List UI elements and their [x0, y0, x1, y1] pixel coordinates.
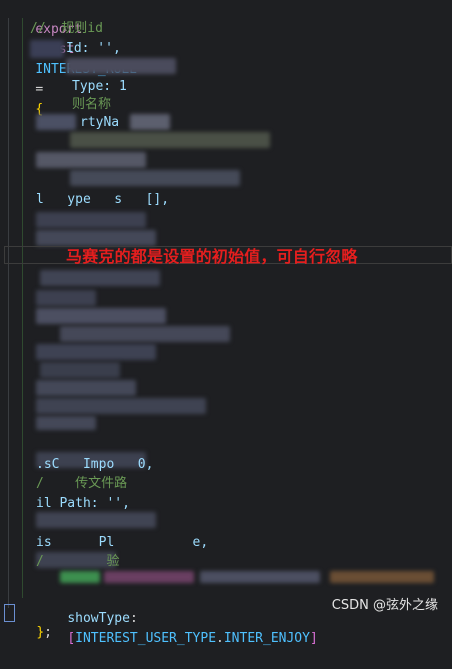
code-line: Type: 1 [72, 79, 127, 94]
code-line: Id: '', [66, 41, 121, 56]
mosaic-block [36, 416, 96, 430]
text-cursor [4, 604, 15, 622]
mosaic-block [36, 308, 166, 324]
mosaic-block [36, 290, 96, 306]
code-line-1: export const INTEREST_RULE = { [4, 0, 137, 117]
mosaic-block [330, 571, 434, 583]
mosaic-block [60, 571, 100, 583]
mosaic-block [40, 362, 120, 378]
enum-property: INTER_ENJOY [223, 631, 310, 646]
mosaic-block [200, 571, 320, 583]
code-line: // 规则id [30, 21, 103, 36]
code-line: is Pl e, [36, 535, 209, 550]
code-line: .sC Impo 0, [36, 457, 154, 472]
mosaic-block [66, 58, 176, 74]
enum-object: INTEREST_USER_TYPE [75, 631, 217, 646]
mosaic-block [36, 398, 206, 414]
mosaic-block [60, 326, 230, 342]
mosaic-block [36, 380, 136, 396]
mosaic-block [36, 212, 146, 228]
code-line-showtype: showType: [INTEREST_USER_TYPE.INTER_ENJO… [36, 589, 317, 646]
mosaic-block [36, 512, 156, 528]
equals-sign: = [35, 82, 44, 97]
mosaic-block [70, 170, 240, 186]
dot: . [216, 631, 224, 646]
close-brace: } [36, 625, 45, 640]
property-key: showType [67, 611, 130, 626]
open-bracket: [ [67, 631, 76, 646]
mosaic-block [70, 132, 270, 148]
semicolon: ; [44, 625, 52, 640]
code-line: / 传文件路 [36, 476, 128, 491]
code-line: 则名称 [72, 97, 112, 112]
mosaic-block [36, 152, 146, 168]
colon: : [129, 611, 138, 626]
mosaic-block [40, 270, 160, 286]
watermark: CSDN @弦外之缘 [331, 598, 438, 613]
code-line: / 验 [36, 554, 120, 569]
close-bracket: ] [309, 631, 318, 646]
code-line: il Path: '', [36, 496, 130, 511]
code-line: rtyNa [80, 115, 120, 130]
mosaic-block [36, 114, 76, 130]
code-line: l ype s [], [36, 192, 170, 207]
overlay-annotation: 马赛克的都是设置的初始值，可自行忽略 [66, 247, 358, 266]
mosaic-block [104, 571, 194, 583]
mosaic-block [130, 114, 170, 130]
code-editor[interactable]: export const INTEREST_RULE = { // 规则id I… [0, 0, 452, 646]
mosaic-block [30, 40, 64, 58]
mosaic-block [36, 344, 156, 360]
